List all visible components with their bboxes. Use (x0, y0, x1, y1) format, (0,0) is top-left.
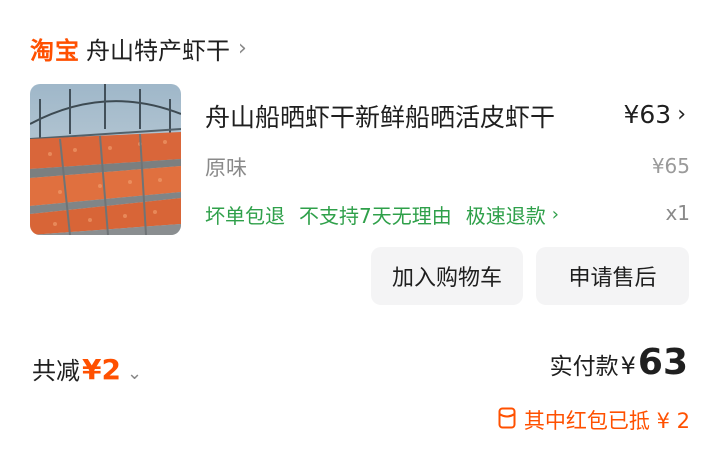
quantity: x1 (665, 201, 690, 225)
paid-amount-row: 实付款 ¥ 63 (550, 342, 688, 383)
chevron-right-icon: › (677, 102, 686, 127)
paid-currency: ¥ (620, 352, 636, 380)
original-price: ¥65 (651, 154, 690, 178)
taobao-logo: 淘宝 (30, 36, 80, 65)
service-tags[interactable]: 坏单包退 不支持7天无理由 极速退款 › (205, 200, 573, 229)
chevron-down-icon[interactable]: ⌄ (127, 363, 142, 384)
product-title[interactable]: 舟山船晒虾干新鲜船晒活皮虾干 (205, 98, 555, 134)
paid-label: 实付款 (549, 354, 619, 380)
product-spec: 原味 (205, 156, 247, 180)
chevron-right-icon: › (551, 204, 559, 225)
red-packet-deduction: 其中红包已抵 ¥ 2 (498, 405, 690, 435)
service-tag: 极速退款 (465, 204, 546, 228)
red-packet-icon (498, 407, 516, 434)
chevron-right-icon[interactable]: › (238, 36, 247, 61)
red-packet-text: 其中红包已抵 ¥ 2 (523, 409, 690, 433)
store-name[interactable]: 舟山特产虾干 (86, 31, 230, 66)
discount-summary[interactable]: 共减 ¥2 ⌄ (32, 351, 142, 386)
service-tag: 不支持7天无理由 (299, 204, 452, 228)
add-to-cart-button[interactable]: 加入购物车 (371, 247, 523, 305)
product-price: ¥63 (623, 100, 672, 129)
discount-label: 共减 (32, 357, 80, 385)
store-header[interactable]: 淘宝 舟山特产虾干 › (30, 30, 247, 66)
dried-shrimp-photo-icon (30, 84, 181, 235)
discount-amount: ¥2 (82, 353, 121, 386)
paid-amount: 63 (637, 342, 688, 383)
apply-after-sale-button[interactable]: 申请售后 (536, 247, 689, 305)
product-price-row[interactable]: ¥63 › (623, 100, 686, 129)
product-image[interactable] (30, 84, 181, 235)
service-tag: 坏单包退 (205, 204, 285, 228)
